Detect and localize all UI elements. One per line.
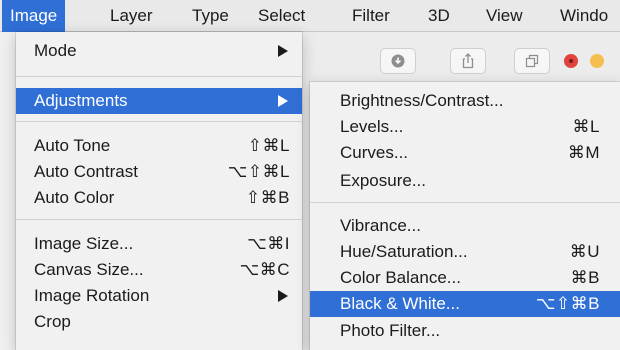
menu-item-image-size[interactable]: Image Size... ⌥⌘I xyxy=(16,231,302,257)
menu-item-label: Image Size... xyxy=(34,234,134,253)
shortcut-label: ⌥⇧⌘L xyxy=(227,162,290,181)
submenu-arrow-icon xyxy=(278,45,288,57)
shortcut-label: ⇧⌘L xyxy=(247,136,290,155)
submenu-item-vibrance[interactable]: Vibrance... xyxy=(310,213,620,239)
menu-item-label: Adjustments xyxy=(34,91,128,110)
submenu-item-black-white[interactable]: Black & White... ⌥⇧⌘B xyxy=(310,291,620,317)
menu-item-label: Hue/Saturation... xyxy=(340,242,468,261)
menubar-3d[interactable]: 3D xyxy=(420,0,458,32)
menu-item-label: Image Rotation xyxy=(34,286,150,305)
menu-item-label: Vibrance... xyxy=(340,216,421,235)
close-dot-icon xyxy=(569,59,573,63)
menu-item-label: Canvas Size... xyxy=(34,260,144,279)
menu-separator xyxy=(16,76,302,77)
menu-item-label: Curves... xyxy=(340,143,409,162)
shortcut-label: ⌘L xyxy=(572,117,600,136)
menu-separator xyxy=(310,202,620,203)
menu-item-label: Mode xyxy=(34,41,77,60)
submenu-arrow-icon xyxy=(278,290,288,302)
menu-item-auto-color[interactable]: Auto Color ⇧⌘B xyxy=(16,185,302,211)
menubar-window[interactable]: Windo xyxy=(552,0,616,32)
menubar-type[interactable]: Type xyxy=(184,0,237,32)
close-window-button[interactable] xyxy=(564,54,578,68)
shortcut-label: ⌥⇧⌘B xyxy=(535,294,600,313)
adjustments-submenu: Brightness/Contrast... Levels... ⌘L Curv… xyxy=(310,82,620,350)
submenu-item-exposure[interactable]: Exposure... xyxy=(310,168,620,194)
menu-item-label: Exposure... xyxy=(340,171,426,190)
menu-item-label: Levels... xyxy=(340,117,404,136)
menu-item-mode[interactable]: Mode xyxy=(16,38,302,64)
menu-item-label: Photo Filter... xyxy=(340,321,441,340)
menu-item-label: Brightness/Contrast... xyxy=(340,91,504,110)
shortcut-label: ⌥⌘I xyxy=(247,234,290,253)
image-menu: Mode Adjustments Auto Tone ⇧⌘L Auto Cont… xyxy=(16,32,302,350)
download-button[interactable] xyxy=(380,48,416,74)
menubar-layer[interactable]: Layer xyxy=(102,0,161,32)
shortcut-label: ⌥⌘C xyxy=(239,260,290,279)
menu-item-label: Black & White... xyxy=(340,294,460,313)
menubar-select[interactable]: Select xyxy=(250,0,313,32)
menubar-image[interactable]: Image xyxy=(2,0,66,32)
download-icon xyxy=(391,54,405,68)
menu-item-adjustments[interactable]: Adjustments xyxy=(16,88,302,114)
menu-separator xyxy=(16,121,302,122)
shortcut-label: ⌘U xyxy=(569,242,600,261)
shortcut-label: ⌘M xyxy=(567,143,600,162)
menu-bar: Image Layer Type Select Filter 3D View W… xyxy=(0,0,620,32)
share-icon xyxy=(462,53,474,69)
menu-item-label: Auto Contrast xyxy=(34,162,138,181)
submenu-item-brightness-contrast[interactable]: Brightness/Contrast... xyxy=(310,88,620,114)
menubar-filter[interactable]: Filter xyxy=(344,0,398,32)
menubar-view[interactable]: View xyxy=(478,0,531,32)
menu-item-auto-contrast[interactable]: Auto Contrast ⌥⇧⌘L xyxy=(16,159,302,185)
duplicate-button[interactable] xyxy=(514,48,550,74)
menu-item-image-rotation[interactable]: Image Rotation xyxy=(16,283,302,309)
submenu-item-color-balance[interactable]: Color Balance... ⌘B xyxy=(310,265,620,291)
menu-item-label: Crop xyxy=(34,312,71,331)
duplicate-icon xyxy=(525,54,539,68)
menu-item-label: Auto Tone xyxy=(34,136,111,155)
submenu-item-levels[interactable]: Levels... ⌘L xyxy=(310,114,620,140)
menu-item-label: Color Balance... xyxy=(340,268,461,287)
submenu-item-photo-filter[interactable]: Photo Filter... xyxy=(310,318,620,344)
menu-item-label: Auto Color xyxy=(34,188,115,207)
minimize-window-button[interactable] xyxy=(590,54,604,68)
submenu-item-hue-saturation[interactable]: Hue/Saturation... ⌘U xyxy=(310,239,620,265)
menu-item-canvas-size[interactable]: Canvas Size... ⌥⌘C xyxy=(16,257,302,283)
shortcut-label: ⌘B xyxy=(570,268,600,287)
submenu-item-curves[interactable]: Curves... ⌘M xyxy=(310,140,620,166)
submenu-arrow-icon xyxy=(278,95,288,107)
menu-item-crop[interactable]: Crop xyxy=(16,309,302,335)
menu-separator xyxy=(16,219,302,220)
menu-item-auto-tone[interactable]: Auto Tone ⇧⌘L xyxy=(16,133,302,159)
share-button[interactable] xyxy=(450,48,486,74)
shortcut-label: ⇧⌘B xyxy=(245,188,290,207)
